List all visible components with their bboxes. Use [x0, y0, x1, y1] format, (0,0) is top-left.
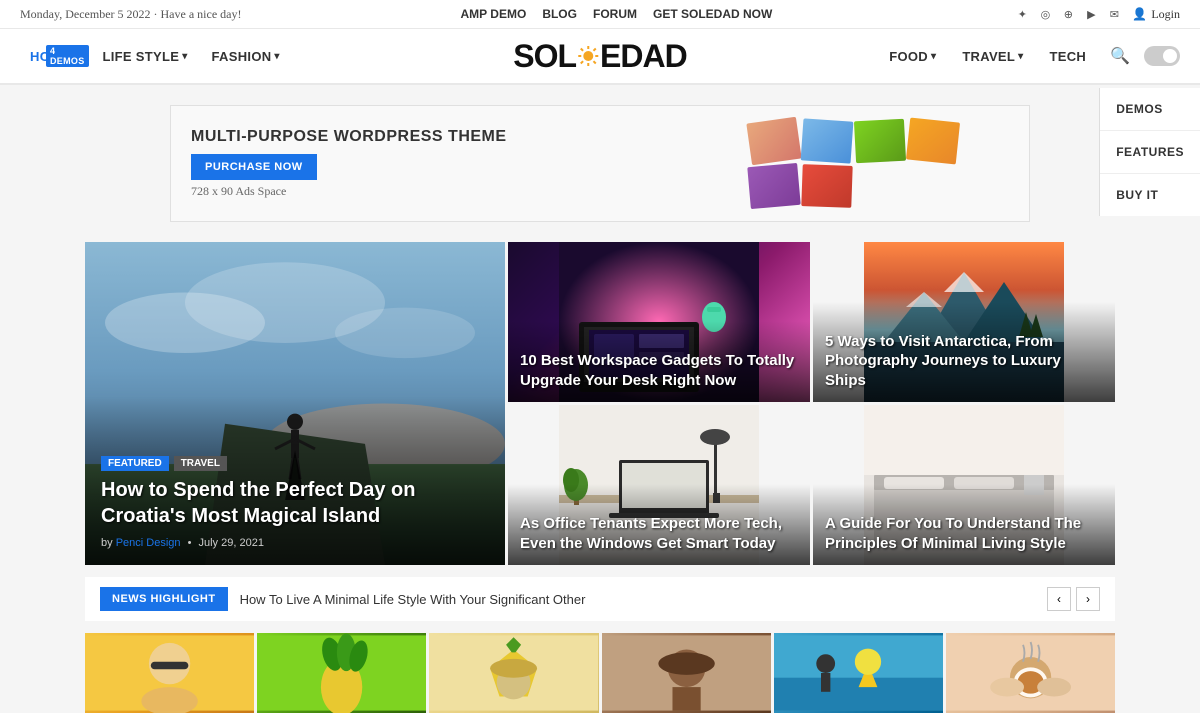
nav-right: FOOD ▾ TRAVEL ▾ TECH 🔍	[600, 38, 1180, 74]
office-title: As Office Tenants Expect More Tech, Even…	[520, 514, 798, 553]
thumbnail-6[interactable]	[946, 633, 1115, 713]
get-soledad-link[interactable]: GET SOLEDAD NOW	[653, 7, 772, 21]
article-card-minimal[interactable]: A Guide For You To Understand The Princi…	[813, 405, 1115, 565]
nav-tech[interactable]: TECH	[1039, 41, 1096, 72]
nav-lifestyle[interactable]: LIFE STYLE ▾	[93, 41, 198, 72]
nav-travel-label: TRAVEL	[962, 49, 1015, 64]
croatia-overlay: Featured Travel How to Spend the Perfect…	[85, 396, 505, 565]
minimal-overlay: A Guide For You To Understand The Princi…	[813, 484, 1115, 565]
travel-chevron-icon: ▾	[1018, 51, 1023, 62]
sidebar-features[interactable]: FEATURES	[1100, 131, 1200, 174]
thumbnail-4[interactable]	[602, 633, 771, 713]
croatia-title: How to Spend the Perfect Day on Croatia'…	[101, 477, 489, 529]
amp-demo-link[interactable]: AMP DEMO	[461, 7, 527, 21]
purchase-button[interactable]: PURCHASE NOW	[191, 154, 317, 180]
croatia-tags: Featured Travel	[101, 456, 489, 471]
article-card-office[interactable]: As Office Tenants Expect More Tech, Even…	[508, 405, 810, 565]
news-prev-button[interactable]: ‹	[1047, 587, 1071, 611]
fashion-chevron-icon: ▾	[274, 51, 279, 62]
ad-size: 728 x 90 Ads Space	[191, 184, 507, 199]
nav-food-label: FOOD	[889, 49, 928, 64]
ad-images	[749, 120, 1009, 207]
article-card-antarctica[interactable]: 5 Ways to Visit Antarctica, From Photogr…	[813, 242, 1115, 402]
ad-banner: MULTI-PURPOSE WORDPRESS THEME PURCHASE N…	[170, 105, 1030, 222]
office-overlay: As Office Tenants Expect More Tech, Even…	[508, 484, 810, 565]
antarctica-title: 5 Ways to Visit Antarctica, From Photogr…	[825, 332, 1103, 391]
croatia-author: Penci Design	[116, 537, 181, 549]
featured-grid: Featured Travel How to Spend the Perfect…	[85, 242, 1115, 565]
nav-bar: HOME 4 DEMOS ▾ LIFE STYLE ▾ FASHION ▾ SO…	[0, 29, 1200, 85]
top-bar-right:  ✦ ◎ ⊕ ▶ ✉ 👤 Login	[991, 6, 1180, 22]
workspace-overlay: 10 Best Workspace Gadgets To Totally Upg…	[508, 321, 810, 402]
antarctica-overlay: 5 Ways to Visit Antarctica, From Photogr…	[813, 302, 1115, 403]
news-navigation: ‹ ›	[1047, 587, 1100, 611]
facebook-icon[interactable]: 	[991, 6, 1007, 22]
news-badge: NEWS HIGHLIGHT	[100, 587, 228, 611]
instagram-icon[interactable]: ◎	[1037, 6, 1053, 22]
thumbnail-1[interactable]	[85, 633, 254, 713]
date-text: Monday, December 5 2022 · Have a nice da…	[20, 7, 241, 22]
featured-tag[interactable]: Featured	[101, 456, 169, 471]
workspace-title: 10 Best Workspace Gadgets To Totally Upg…	[520, 351, 798, 390]
ad-image-5	[747, 163, 800, 209]
thumbnail-row	[85, 633, 1115, 713]
travel-tag[interactable]: Travel	[174, 456, 227, 471]
nav-travel[interactable]: TRAVEL ▾	[952, 41, 1033, 72]
sidebar-demos[interactable]: DEMOS	[1100, 88, 1200, 131]
news-next-button[interactable]: ›	[1076, 587, 1100, 611]
nav-tech-label: TECH	[1049, 49, 1086, 64]
food-chevron-icon: ▾	[931, 51, 936, 62]
login-button[interactable]: 👤 Login	[1132, 7, 1180, 22]
top-links: AMP DEMO BLOG FORUM GET SOLEDAD NOW	[461, 7, 773, 21]
thumbnail-5[interactable]	[774, 633, 943, 713]
pinterest-icon[interactable]: ⊕	[1060, 6, 1076, 22]
lifestyle-chevron-icon: ▾	[182, 51, 187, 62]
blog-link[interactable]: BLOG	[542, 7, 577, 21]
article-card-croatia[interactable]: Featured Travel How to Spend the Perfect…	[85, 242, 505, 565]
ad-image-3	[854, 119, 906, 164]
ad-image-6	[801, 164, 852, 208]
thumbnail-2[interactable]	[257, 633, 426, 713]
news-highlight-bar: NEWS HIGHLIGHT How To Live A Minimal Lif…	[85, 577, 1115, 621]
search-icon[interactable]: 🔍	[1102, 38, 1138, 74]
ad-image-1	[746, 117, 801, 166]
main-content: Featured Travel How to Spend the Perfect…	[75, 242, 1125, 713]
thumbnail-3[interactable]	[429, 633, 598, 713]
nav-fashion[interactable]: FASHION ▾	[202, 41, 290, 72]
logo-text-sol: SOL	[513, 38, 576, 75]
news-text: How To Live A Minimal Life Style With Yo…	[240, 592, 1035, 607]
minimal-title: A Guide For You To Understand The Princi…	[825, 514, 1103, 553]
site-logo[interactable]: SOL EDAD	[513, 38, 686, 75]
nav-lifestyle-label: LIFE STYLE	[103, 49, 180, 64]
youtube-icon[interactable]: ▶	[1083, 6, 1099, 22]
nav-home[interactable]: HOME 4 DEMOS ▾	[20, 41, 89, 72]
ad-image-4	[906, 118, 960, 165]
right-sidebar: DEMOS FEATURES BUY IT	[1099, 88, 1200, 216]
logo-sun-icon	[577, 45, 599, 67]
ad-text: MULTI-PURPOSE WORDPRESS THEME PURCHASE N…	[191, 128, 507, 199]
user-icon: 👤	[1132, 7, 1147, 22]
demos-badge: 4 DEMOS	[46, 45, 89, 67]
email-icon[interactable]: ✉	[1106, 6, 1122, 22]
dark-mode-toggle[interactable]	[1144, 46, 1180, 66]
croatia-meta: by Penci Design • July 29, 2021	[101, 537, 489, 549]
top-bar: Monday, December 5 2022 · Have a nice da…	[0, 0, 1200, 29]
social-icons:  ✦ ◎ ⊕ ▶ ✉	[991, 6, 1122, 22]
twitter-icon[interactable]: ✦	[1014, 6, 1030, 22]
forum-link[interactable]: FORUM	[593, 7, 637, 21]
croatia-date: July 29, 2021	[199, 537, 264, 549]
nav-fashion-label: FASHION	[212, 49, 272, 64]
logo-text-edad: EDAD	[600, 38, 687, 75]
login-label: Login	[1151, 7, 1180, 22]
sidebar-buy-it[interactable]: BUY IT	[1100, 174, 1200, 216]
nav-food[interactable]: FOOD ▾	[879, 41, 946, 72]
ad-image-2	[801, 118, 854, 163]
ad-theme: MULTI-PURPOSE WORDPRESS THEME	[191, 128, 507, 146]
article-card-workspace[interactable]: 10 Best Workspace Gadgets To Totally Upg…	[508, 242, 810, 402]
